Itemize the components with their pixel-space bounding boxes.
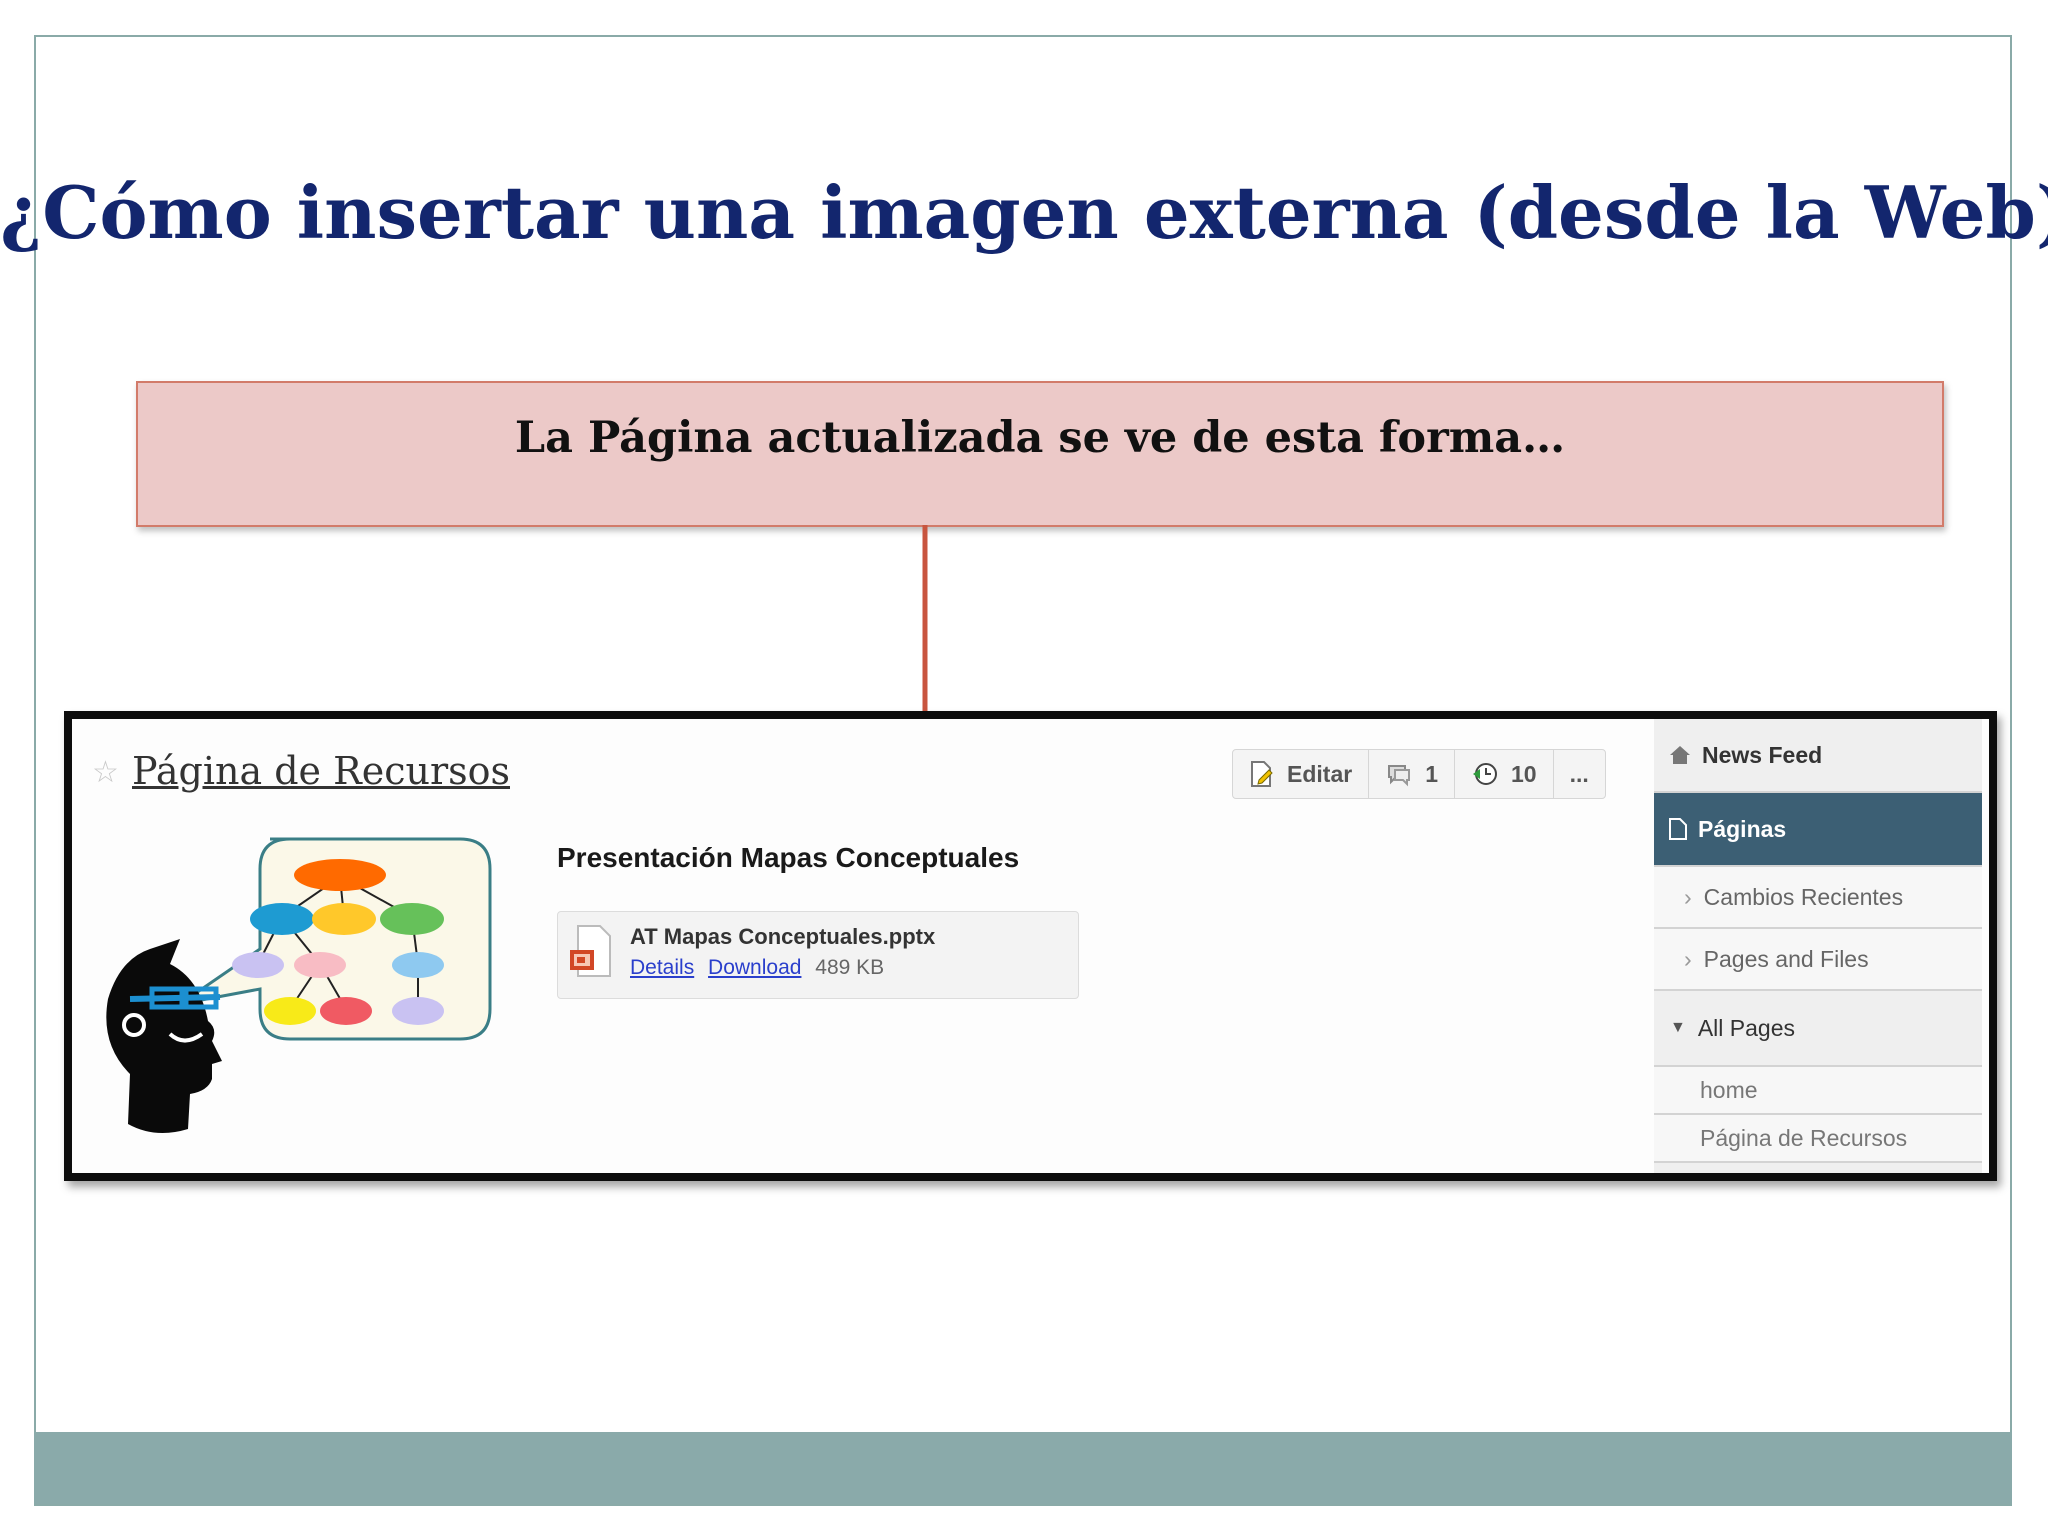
caret-down-icon: ▼ [1670,1019,1686,1036]
sidebar-item-pages-and-files[interactable]: › Pages and Files [1654,929,1982,991]
file-actions: Details Download 489 KB [630,956,884,980]
file-size: 489 KB [815,956,885,979]
paginas-label: Páginas [1698,815,1787,842]
news-feed-label: News Feed [1702,741,1823,768]
edit-icon [1251,761,1273,787]
sidebar-page-recursos[interactable]: Página de Recursos [1654,1115,1982,1163]
comments-count: 1 [1425,760,1438,787]
recent-changes-label: Cambios Recientes [1703,883,1904,910]
sidebar-item-paginas[interactable]: Páginas [1654,793,1982,867]
more-actions-button[interactable]: ... [1554,750,1605,798]
file-attachment: AT Mapas Conceptuales.pptx Details Downl… [557,911,1079,999]
file-name: AT Mapas Conceptuales.pptx [630,924,936,949]
history-count: 10 [1510,760,1537,787]
wiki-page-screenshot: ☆ Página de Recursos Editar 1 10 ... Pre… [64,711,1997,1181]
page-icon [1669,818,1687,840]
callout-box: La Página actualizada se ve de esta form… [136,381,1944,527]
powerpoint-file-icon [570,925,611,977]
sidebar: News Feed Páginas › Cambios Recientes › … [1654,719,1982,1173]
all-pages-label: All Pages [1697,1014,1796,1041]
section-heading: Presentación Mapas Conceptuales [557,842,1020,873]
slide-footer-bar [34,1432,2012,1504]
edit-button[interactable]: Editar [1233,750,1370,798]
download-link[interactable]: Download [708,956,801,979]
slide-title: ¿Cómo insertar una imagen externa (desde… [0,170,2048,255]
sidebar-page-home[interactable]: home [1654,1067,1982,1115]
page-link-label: Página de Recursos [1700,1124,1908,1151]
home-icon [1670,746,1690,764]
page-link-label: home [1700,1076,1758,1103]
page-toolbar: Editar 1 10 ... [1232,749,1606,799]
history-icon [1472,763,1497,785]
page-title[interactable]: Página de Recursos [132,749,510,793]
pages-and-files-label: Pages and Files [1703,945,1869,972]
chevron-right-icon: › [1684,945,1692,972]
concept-map-illustration [106,837,492,1133]
sidebar-item-recent-changes[interactable]: › Cambios Recientes [1654,867,1982,929]
sidebar-item-news-feed[interactable]: News Feed [1654,719,1982,793]
edit-label: Editar [1287,760,1353,787]
sidebar-item-all-pages[interactable]: ▼ All Pages [1654,991,1982,1067]
more-label: ... [1569,760,1589,787]
comments-button[interactable]: 1 [1369,750,1455,798]
thinking-person-icon [106,939,222,1133]
chevron-right-icon: › [1684,883,1692,910]
star-icon[interactable]: ☆ [92,755,119,790]
details-link[interactable]: Details [630,956,694,979]
callout-text: La Página actualizada se ve de esta form… [514,413,1566,463]
comment-icon [1388,765,1411,787]
history-button[interactable]: 10 [1455,750,1554,798]
